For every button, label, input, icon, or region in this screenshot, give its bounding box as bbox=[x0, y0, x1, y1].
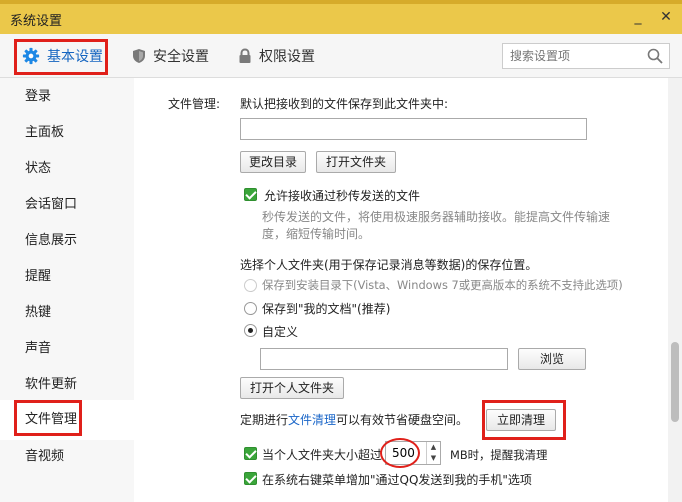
highlight-box-file-management bbox=[14, 400, 82, 436]
settings-search-box[interactable] bbox=[502, 43, 670, 69]
highlight-circle-size-value bbox=[380, 438, 420, 468]
receive-path-field[interactable] bbox=[240, 118, 587, 140]
flash-transfer-desc-line1: 秒传发送的文件，将使用极速服务器辅助接收。能提高文件传输速 bbox=[262, 210, 611, 224]
file-cleanup-link[interactable]: 文件清理 bbox=[288, 413, 336, 427]
search-input[interactable] bbox=[503, 44, 639, 68]
open-folder-button[interactable]: 打开文件夹 bbox=[316, 151, 396, 173]
stepper-arrows[interactable]: ▲ ▼ bbox=[426, 442, 440, 464]
lock-icon bbox=[239, 48, 251, 63]
sidebar-item-chat-window[interactable]: 会话窗口 bbox=[0, 187, 134, 223]
radio-my-documents[interactable] bbox=[244, 302, 257, 315]
allow-flash-transfer-checkbox[interactable] bbox=[244, 188, 257, 201]
sidebar-item-status[interactable]: 状态 bbox=[0, 151, 134, 187]
file-management-panel: 文件管理: 默认把接收到的文件保存到此文件夹中: 更改目录 打开文件夹 允许接收… bbox=[134, 78, 668, 502]
save-folder-description: 默认把接收到的文件保存到此文件夹中: bbox=[240, 97, 449, 111]
sidebar-item-login[interactable]: 登录 bbox=[0, 79, 134, 115]
content-scrollbar[interactable] bbox=[668, 78, 682, 502]
radio-my-documents-label: 保存到"我的文档"(推荐) bbox=[262, 302, 391, 316]
context-menu-label: 在系统右键菜单增加"通过QQ发送到我的手机"选项 bbox=[262, 473, 532, 487]
allow-flash-transfer-label: 允许接收通过秒传发送的文件 bbox=[264, 189, 421, 203]
title-bar: 系统设置 _ ✕ bbox=[0, 0, 682, 34]
sidebar-item-reminders[interactable]: 提醒 bbox=[0, 259, 134, 295]
tab-security-settings-label: 安全设置 bbox=[153, 49, 209, 65]
file-management-section-label: 文件管理: bbox=[168, 97, 221, 111]
close-button[interactable]: ✕ bbox=[656, 8, 676, 26]
flash-transfer-desc-line2: 度，缩短传输时间。 bbox=[262, 227, 371, 241]
size-limit-checkbox[interactable] bbox=[244, 447, 257, 460]
personal-folder-title: 选择个人文件夹(用于保存记录消息等数据)的保存位置。 bbox=[240, 258, 538, 272]
sidebar-item-sound[interactable]: 声音 bbox=[0, 331, 134, 367]
size-limit-prefix: 当个人文件夹大小超过 bbox=[262, 448, 383, 462]
sidebar-item-audio-video[interactable]: 音视频 bbox=[0, 439, 134, 475]
radio-install-directory[interactable] bbox=[244, 279, 257, 292]
radio-custom[interactable] bbox=[244, 324, 257, 337]
cleanup-prefix: 定期进行 bbox=[240, 413, 289, 427]
browse-button[interactable]: 浏览 bbox=[518, 348, 586, 370]
cleanup-hint: 定期进行文件清理可以有效节省硬盘空间。 bbox=[240, 411, 468, 428]
radio-custom-label: 自定义 bbox=[262, 325, 299, 339]
search-icon[interactable] bbox=[647, 48, 663, 64]
highlight-box-basic-tab bbox=[14, 39, 108, 75]
custom-path-field[interactable] bbox=[260, 348, 508, 370]
change-directory-button[interactable]: 更改目录 bbox=[240, 151, 306, 173]
open-personal-folder-button[interactable]: 打开个人文件夹 bbox=[240, 377, 344, 399]
size-limit-suffix: MB时，提醒我清理 bbox=[450, 448, 548, 462]
tab-permission-settings[interactable]: 权限设置 bbox=[238, 39, 315, 73]
sidebar-item-hotkeys[interactable]: 热键 bbox=[0, 295, 134, 331]
sidebar-item-info-display[interactable]: 信息展示 bbox=[0, 223, 134, 259]
radio-install-directory-label: 保存到安装目录下(Vista、Windows 7或更高版本的系统不支持此选项) bbox=[262, 278, 623, 292]
tab-permission-settings-label: 权限设置 bbox=[259, 49, 315, 65]
settings-sidebar: 登录 主面板 状态 会话窗口 信息展示 提醒 热键 声音 软件更新 文件管理 音… bbox=[0, 78, 134, 502]
window-title: 系统设置 bbox=[10, 14, 63, 29]
tab-security-settings[interactable]: 安全设置 bbox=[132, 39, 209, 73]
scrollbar-thumb[interactable] bbox=[671, 342, 679, 422]
context-menu-checkbox[interactable] bbox=[244, 472, 257, 485]
sidebar-item-software-update[interactable]: 软件更新 bbox=[0, 367, 134, 403]
sidebar-item-main-panel[interactable]: 主面板 bbox=[0, 115, 134, 151]
settings-toolbar: 基本设置 安全设置 权限设置 bbox=[0, 34, 682, 78]
highlight-box-cleanup-now bbox=[482, 400, 566, 440]
minimize-button[interactable]: _ bbox=[628, 8, 648, 26]
shield-icon bbox=[133, 49, 145, 63]
cleanup-suffix: 可以有效节省硬盘空间。 bbox=[336, 413, 469, 427]
